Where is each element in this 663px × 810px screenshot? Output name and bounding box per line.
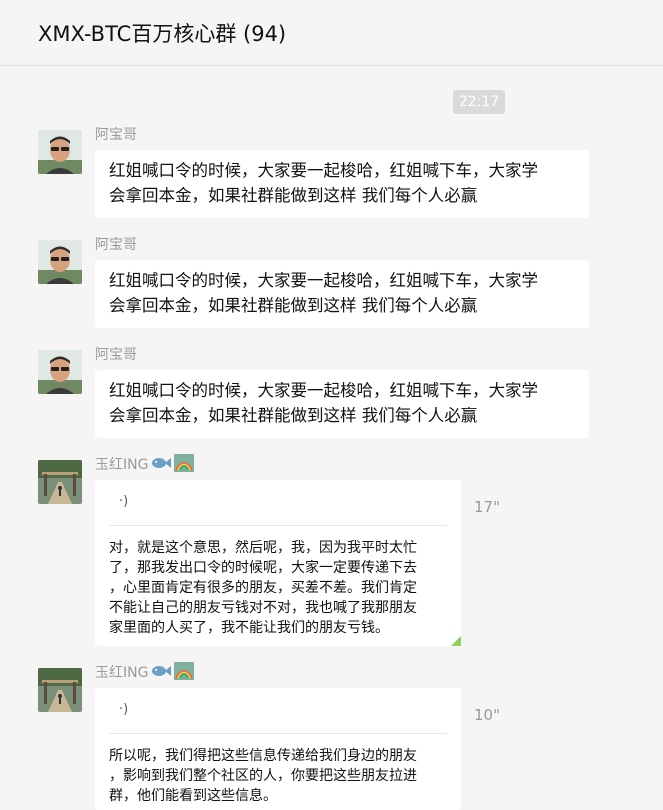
rainbow-badge-icon [174, 662, 195, 684]
man-sunglasses-avatar-icon [38, 130, 82, 174]
voice-transcript: 所以呢，我们得把这些信息传递给我们身边的朋友 ，影响到我们整个社区的人，你要把这… [109, 734, 447, 806]
transcript-line: 了，那我发出口令的时候呢，大家一定要传递下去 [109, 560, 417, 576]
garden-path-avatar-icon [38, 460, 82, 504]
voice-message-bubble[interactable]: ·) 对，就是这个意思，然后呢，我，因为我平时太忙 了，那我发出口令的时候呢，大… [95, 480, 461, 646]
voice-duration: 17" [474, 498, 500, 516]
transcript-line: 对，就是这个意思，然后呢，我，因为我平时太忙 [109, 540, 417, 556]
voice-duration: 10" [474, 706, 500, 724]
message-bubble[interactable]: 红姐喊口令的时候，大家要一起梭哈，红姐喊下车，大家学 会拿回本金，如果社群能做到… [95, 260, 589, 328]
transcript-line: 家里面的人买了，我不能让我们的朋友亏钱。 [109, 620, 389, 636]
voice-message-bubble[interactable]: ·) 所以呢，我们得把这些信息传递给我们身边的朋友 ，影响到我们整个社区的人，你… [95, 688, 461, 810]
avatar-abaoge[interactable] [38, 130, 82, 174]
man-sunglasses-avatar-icon [38, 240, 82, 284]
avatar-abaoge[interactable] [38, 240, 82, 284]
voice-transcript: 对，就是这个意思，然后呢，我，因为我平时太忙 了，那我发出口令的时候呢，大家一定… [109, 526, 447, 638]
transcript-line: ，心里面肯定有很多的朋友，买差不差。我们肯定 [109, 580, 417, 596]
chat-header: XMX-BTC百万核心群 (94) [0, 0, 663, 66]
sender-name[interactable]: 阿宝哥 [95, 234, 137, 254]
man-sunglasses-avatar-icon [38, 350, 82, 394]
message-line: 会拿回本金，如果社群能做到这样 我们每个人必赢 [109, 186, 478, 205]
timestamp-badge: 22:17 [453, 90, 505, 114]
avatar-yuhong[interactable] [38, 668, 82, 712]
sender-name[interactable]: 阿宝哥 [95, 124, 137, 144]
message-line: 会拿回本金，如果社群能做到这样 我们每个人必赢 [109, 406, 478, 425]
avatar-abaoge[interactable] [38, 350, 82, 394]
fish-badge-icon [151, 456, 172, 474]
avatar-yuhong[interactable] [38, 460, 82, 504]
message-line: 会拿回本金，如果社群能做到这样 我们每个人必赢 [109, 296, 478, 315]
chat-window: XMX-BTC百万核心群 (94) 22:17 阿宝哥 红姐喊口令的时候，大家要… [0, 0, 663, 810]
rainbow-badge-icon [174, 454, 195, 476]
sender-name-row[interactable]: 玉红ING [95, 662, 195, 684]
message-line: 红姐喊口令的时候，大家要一起梭哈，红姐喊下车，大家学 [109, 381, 538, 400]
sender-name: 玉红ING [95, 457, 149, 473]
message-line: 红姐喊口令的时候，大家要一起梭哈，红姐喊下车，大家学 [109, 271, 538, 290]
sender-name[interactable]: 阿宝哥 [95, 344, 137, 364]
sender-name: 玉红ING [95, 665, 149, 681]
fish-badge-icon [151, 664, 172, 682]
transcript-line: ，影响到我们整个社区的人，你要把这些朋友拉进 [109, 768, 417, 784]
garden-path-avatar-icon [38, 668, 82, 712]
voice-wave-icon: ·) [119, 494, 129, 509]
transcript-line: 所以呢，我们得把这些信息传递给我们身边的朋友 [109, 748, 417, 764]
voice-play-row[interactable]: ·) [109, 480, 447, 526]
transcript-line: 群，他们能看到这些信息。 [109, 788, 277, 804]
message-bubble[interactable]: 红姐喊口令的时候，大家要一起梭哈，红姐喊下车，大家学 会拿回本金，如果社群能做到… [95, 150, 589, 218]
transcript-line: 不能让自己的朋友亏钱对不对，我也喊了我那朋友 [109, 600, 417, 616]
voice-play-row[interactable]: ·) [109, 688, 447, 734]
message-bubble[interactable]: 红姐喊口令的时候，大家要一起梭哈，红姐喊下车，大家学 会拿回本金，如果社群能做到… [95, 370, 589, 438]
voice-wave-icon: ·) [119, 702, 129, 717]
group-title: XMX-BTC百万核心群 (94) [38, 22, 287, 46]
transcript-done-mark [451, 636, 461, 646]
message-line: 红姐喊口令的时候，大家要一起梭哈，红姐喊下车，大家学 [109, 161, 538, 180]
sender-name-row[interactable]: 玉红ING [95, 454, 195, 476]
